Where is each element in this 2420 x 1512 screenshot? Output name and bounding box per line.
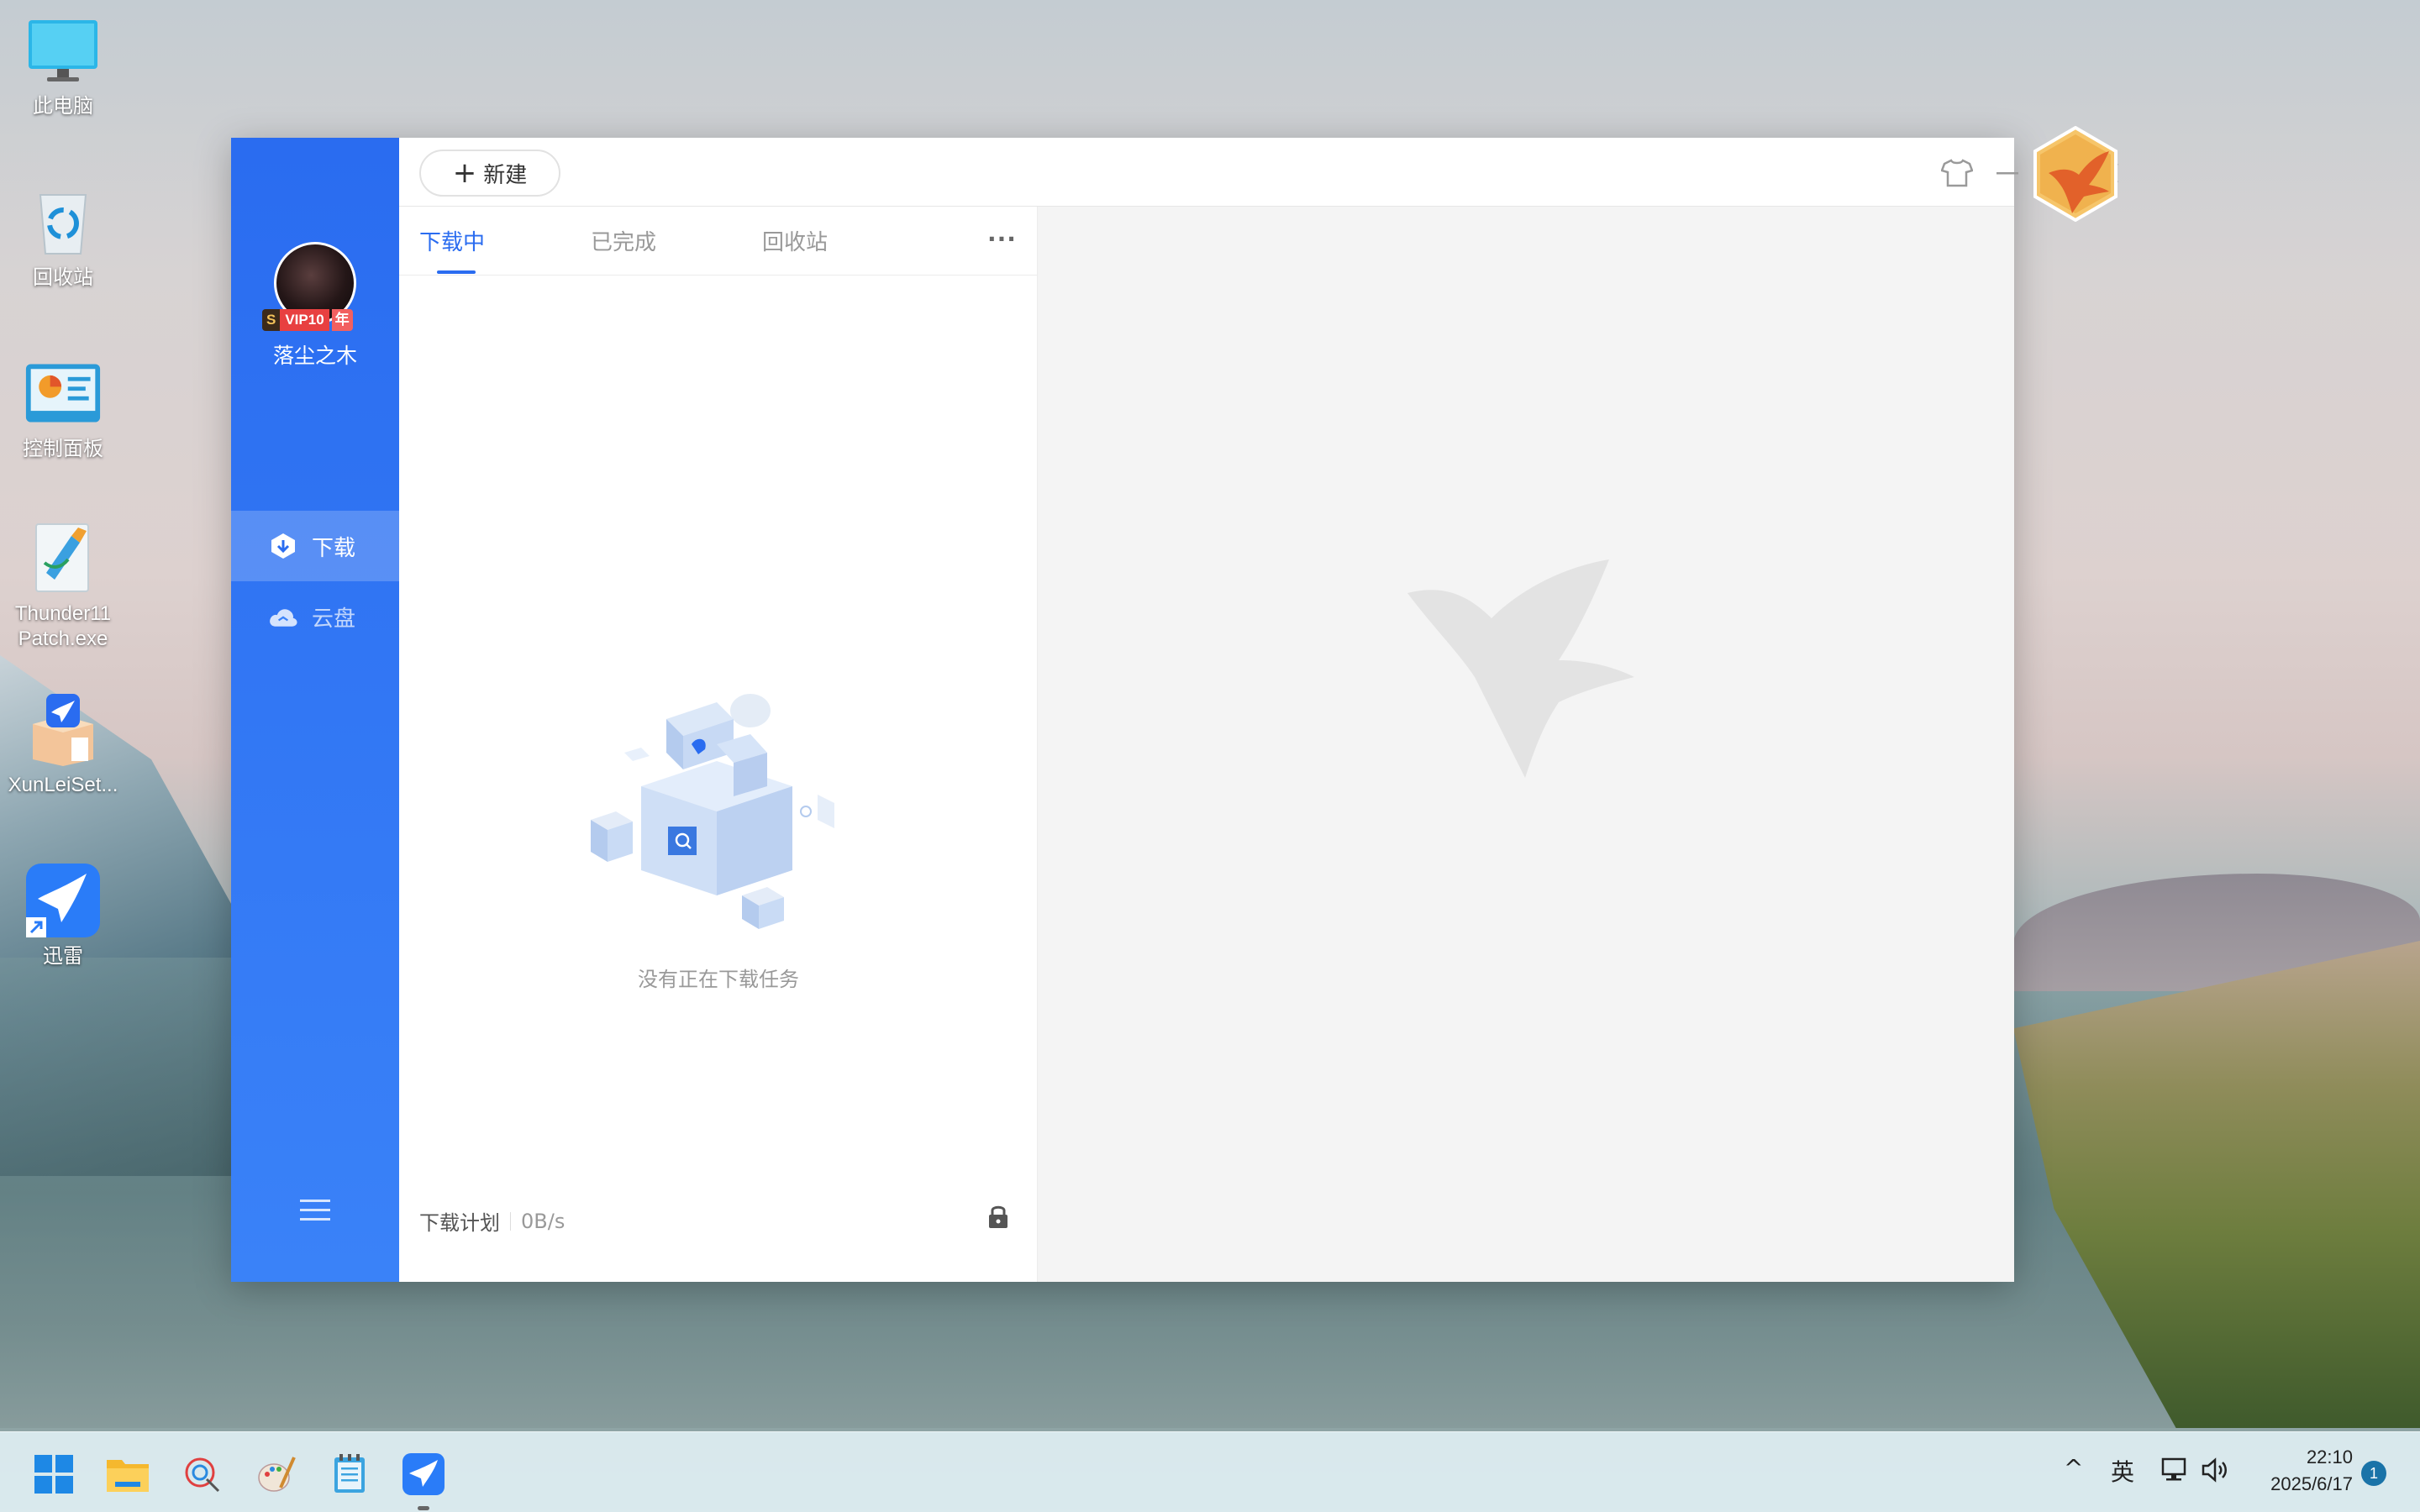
- clock-date: 2025/6/17: [2270, 1473, 2353, 1494]
- notification-badge[interactable]: 1: [2361, 1461, 2386, 1486]
- plus-icon: +: [452, 156, 477, 190]
- hamburger-menu-icon[interactable]: [300, 1198, 330, 1223]
- active-tab-indicator: [437, 270, 476, 274]
- skin-icon[interactable]: [1940, 156, 1974, 190]
- app-sidebar: S VIP10 年 落尘之木 下载 云盘: [231, 138, 399, 1282]
- task-detail-pane: [1038, 207, 2014, 1282]
- paint-icon[interactable]: [254, 1452, 297, 1496]
- sidebar-item-label: 云盘: [312, 606, 356, 632]
- user-avatar-area[interactable]: S VIP10 年: [262, 242, 356, 331]
- desktop-icon-label: 回收站: [33, 266, 93, 289]
- cloud-icon: [268, 601, 298, 632]
- tab-completed[interactable]: 已完成: [591, 225, 656, 256]
- desktop-icon-patch-exe[interactable]: Thunder11 Patch.exe: [0, 519, 126, 652]
- file-explorer-icon[interactable]: [106, 1452, 150, 1496]
- notepad-icon[interactable]: [328, 1452, 371, 1496]
- thunder-shortcut-icon: [24, 862, 102, 939]
- show-hidden-icons-chevron-icon[interactable]: ^: [2064, 1454, 2083, 1482]
- recycle-bin-icon: [24, 183, 102, 260]
- start-icon[interactable]: [32, 1452, 76, 1496]
- system-clock[interactable]: 22:10 2025/6/17: [2252, 1444, 2353, 1498]
- sidebar-item-label: 下载: [312, 535, 356, 561]
- task-tabs: 下载中 已完成 回收站 ···: [399, 207, 1038, 276]
- desktop-icon-label: 控制面板: [23, 438, 103, 460]
- thunder-floating-badge-icon[interactable]: [2032, 125, 2119, 223]
- download-list-pane: 下载中 已完成 回收站 ··· 没有正在下载任务 下载计划 0B/s: [399, 207, 1038, 1282]
- thunder-app-window: S VIP10 年 落尘之木 下载 云盘 + 新建 下载中 已完成 回收站 ··…: [231, 138, 2118, 1282]
- download-speed: 0B/s: [521, 1209, 566, 1233]
- paint-3d-icon[interactable]: [180, 1452, 224, 1496]
- desktop-icon-label: XunLeiSet...: [8, 774, 118, 796]
- desktop-icon-label: 此电脑: [33, 95, 93, 118]
- app-content: + 新建 下载中 已完成 回收站 ··· 没有正在下载任务 下载计划 0B/s: [399, 138, 2118, 1282]
- control-panel-icon: [24, 354, 102, 432]
- download-icon: [268, 531, 298, 561]
- clock-time: 22:10: [2306, 1446, 2353, 1467]
- vip-year: 年: [331, 309, 353, 331]
- desktop-icon-recycle-bin[interactable]: 回收站: [0, 183, 126, 291]
- patch-exe-icon: [24, 519, 102, 596]
- tab-downloading[interactable]: 下载中: [419, 225, 485, 256]
- vip-badge: S VIP10 年: [262, 309, 353, 331]
- desktop-icon-label: Thunder11 Patch.exe: [14, 602, 112, 650]
- taskbar: ^ 英 22:10 2025/6/17 1: [0, 1431, 2420, 1512]
- new-task-label: 新建: [483, 162, 528, 188]
- username[interactable]: 落尘之木: [231, 339, 399, 370]
- lock-icon[interactable]: [987, 1203, 1009, 1233]
- empty-state-illustration: [591, 685, 843, 937]
- sidebar-item-download[interactable]: 下载: [231, 511, 399, 581]
- title-bar[interactable]: + 新建: [399, 138, 2118, 207]
- thunder-bird-watermark-icon: [1407, 559, 1643, 778]
- minimize-icon[interactable]: [1991, 156, 2024, 190]
- desktop-icon-thunder[interactable]: 迅雷: [0, 862, 126, 969]
- sidebar-item-cloud[interactable]: 云盘: [231, 581, 399, 652]
- vip-s-level: S: [262, 309, 281, 331]
- tab-recycle-bin[interactable]: 回收站: [762, 225, 828, 256]
- active-app-indicator: [418, 1506, 429, 1510]
- empty-state-message: 没有正在下载任务: [638, 968, 799, 991]
- installer-icon: [24, 690, 102, 768]
- vip-level: VIP10: [280, 309, 329, 331]
- desktop-icon-control-panel[interactable]: 控制面板: [0, 354, 126, 462]
- desktop-icon-this-pc[interactable]: 此电脑: [0, 12, 126, 119]
- footer-bar: 下载计划 0B/s: [419, 1206, 565, 1236]
- desktop-icon-xunlei-setup[interactable]: XunLeiSet...: [0, 690, 126, 798]
- thunder-icon[interactable]: [402, 1452, 445, 1496]
- download-plan-link[interactable]: 下载计划: [419, 1206, 500, 1236]
- computer-icon: [24, 12, 102, 89]
- desktop-icon-label: 迅雷: [43, 945, 83, 968]
- input-method-indicator[interactable]: 英: [2111, 1454, 2134, 1488]
- volume-icon[interactable]: [2202, 1457, 2230, 1488]
- new-task-button[interactable]: + 新建: [419, 150, 560, 197]
- network-icon[interactable]: [2161, 1457, 2188, 1488]
- more-options-icon[interactable]: ···: [987, 225, 1017, 253]
- footer-divider: [510, 1211, 511, 1231]
